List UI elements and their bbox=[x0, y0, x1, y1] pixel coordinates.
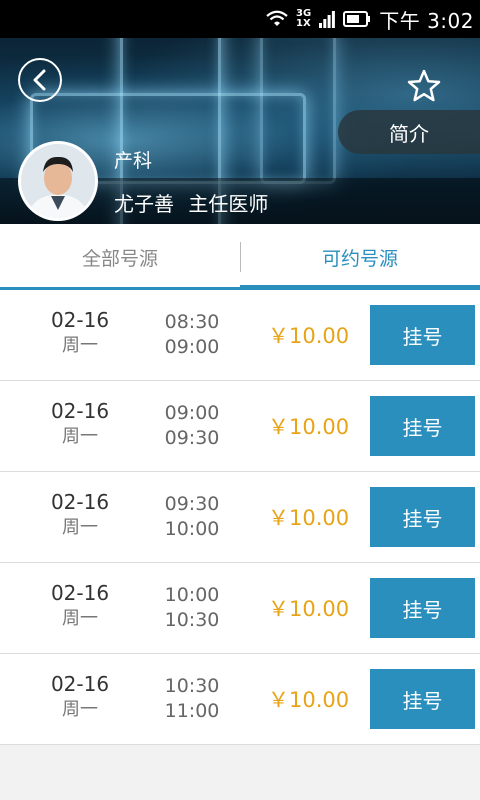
slot-time-range: 10:30 11:00 bbox=[152, 674, 232, 724]
slot-date-value: 02-16 bbox=[50, 399, 110, 423]
slot-end-time: 10:30 bbox=[164, 609, 220, 631]
doctor-header: 简介 产科 尤子善 主任医师 bbox=[0, 38, 480, 224]
background-cross-decoration bbox=[260, 38, 336, 184]
slot-start-time: 09:00 bbox=[164, 402, 220, 424]
slot-end-time: 09:30 bbox=[164, 427, 220, 449]
slot-end-time: 10:00 bbox=[164, 518, 220, 540]
slot-row: 02-16 周一 10:00 10:30 ￥10.00 挂号 bbox=[0, 563, 480, 654]
slot-price: ￥10.00 bbox=[268, 324, 350, 348]
slot-date: 02-16 周一 bbox=[30, 671, 130, 723]
slot-end-time: 09:00 bbox=[164, 336, 220, 358]
register-button[interactable]: 挂号 bbox=[370, 487, 475, 547]
network-type-bottom: 1X bbox=[296, 18, 311, 29]
slot-date: 02-16 周一 bbox=[30, 580, 130, 632]
slot-end-time: 11:00 bbox=[164, 700, 220, 722]
slot-time-range: 08:30 09:00 bbox=[152, 310, 232, 360]
slot-weekday: 周一 bbox=[62, 517, 98, 538]
wifi-icon bbox=[266, 10, 288, 26]
register-button[interactable]: 挂号 bbox=[370, 305, 475, 365]
slot-weekday: 周一 bbox=[62, 335, 98, 356]
battery-icon bbox=[343, 11, 371, 27]
tab-all-sources[interactable]: 全部号源 bbox=[0, 224, 240, 290]
doctor-title: 主任医师 bbox=[188, 192, 269, 216]
slot-price: ￥10.00 bbox=[268, 506, 350, 530]
slot-start-time: 08:30 bbox=[164, 311, 220, 333]
slot-date: 02-16 周一 bbox=[30, 398, 130, 450]
network-indicator: 3G 1X bbox=[296, 9, 311, 29]
intro-button[interactable]: 简介 bbox=[338, 110, 480, 154]
doctor-name: 尤子善 bbox=[114, 192, 174, 216]
department-label: 产科 bbox=[114, 150, 153, 172]
star-icon bbox=[407, 69, 441, 102]
signal-icon bbox=[319, 11, 336, 28]
status-bar-right: 3G 1X 下午 3:02 bbox=[266, 0, 474, 38]
back-button[interactable] bbox=[18, 58, 62, 102]
slot-weekday: 周一 bbox=[62, 699, 98, 720]
doctor-portrait bbox=[21, 144, 95, 218]
slot-date-value: 02-16 bbox=[50, 308, 110, 332]
schedule-tabs: 全部号源 可约号源 bbox=[0, 224, 480, 290]
slot-time-range: 09:30 10:00 bbox=[152, 492, 232, 542]
slot-start-time: 09:30 bbox=[164, 493, 220, 515]
slot-date-value: 02-16 bbox=[50, 490, 110, 514]
slot-date-value: 02-16 bbox=[50, 581, 110, 605]
register-button[interactable]: 挂号 bbox=[370, 396, 475, 456]
slot-price: ￥10.00 bbox=[268, 597, 350, 621]
slot-date: 02-16 周一 bbox=[30, 489, 130, 541]
slot-row: 02-16 周一 09:30 10:00 ￥10.00 挂号 bbox=[0, 472, 480, 563]
back-icon bbox=[33, 69, 46, 91]
tab-available-sources[interactable]: 可约号源 bbox=[240, 224, 480, 290]
slot-price: ￥10.00 bbox=[268, 415, 350, 439]
slot-row: 02-16 周一 09:00 09:30 ￥10.00 挂号 bbox=[0, 381, 480, 472]
favorite-button[interactable] bbox=[406, 68, 442, 104]
doctor-avatar bbox=[18, 141, 98, 221]
slot-date: 02-16 周一 bbox=[30, 307, 130, 359]
slot-start-time: 10:00 bbox=[164, 584, 220, 606]
slot-list: 02-16 周一 08:30 09:00 ￥10.00 挂号 02-16 周一 … bbox=[0, 290, 480, 745]
register-button[interactable]: 挂号 bbox=[370, 578, 475, 638]
slot-time-range: 09:00 09:30 bbox=[152, 401, 232, 451]
slot-price: ￥10.00 bbox=[268, 688, 350, 712]
slot-time-range: 10:00 10:30 bbox=[152, 583, 232, 633]
slot-row: 02-16 周一 08:30 09:00 ￥10.00 挂号 bbox=[0, 290, 480, 381]
slot-start-time: 10:30 bbox=[164, 675, 220, 697]
doctor-name-line: 尤子善 主任医师 bbox=[114, 188, 268, 217]
status-time: 下午 3:02 bbox=[379, 8, 474, 33]
slot-weekday: 周一 bbox=[62, 426, 98, 447]
slot-row: 02-16 周一 10:30 11:00 ￥10.00 挂号 bbox=[0, 654, 480, 745]
slot-weekday: 周一 bbox=[62, 608, 98, 629]
status-bar: 3G 1X 下午 3:02 bbox=[0, 0, 480, 38]
slot-date-value: 02-16 bbox=[50, 672, 110, 696]
register-button[interactable]: 挂号 bbox=[370, 669, 475, 729]
